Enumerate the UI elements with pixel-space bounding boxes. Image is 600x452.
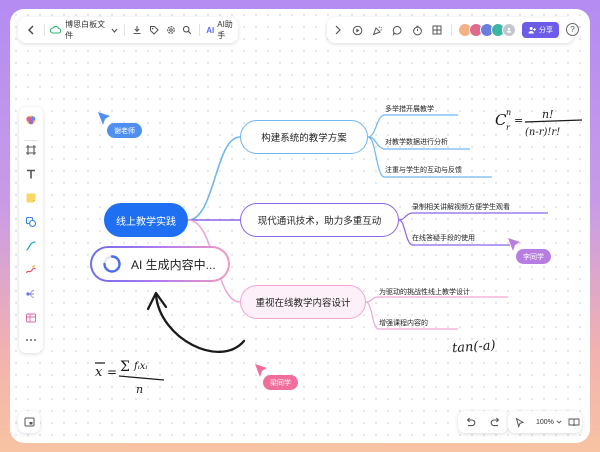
cursor-label-student-liang: 梁同学 bbox=[263, 375, 298, 390]
svg-text:(n-r)!r!: (n-r)!r! bbox=[525, 127, 560, 138]
ai-node-label: AI 生成内容中... bbox=[131, 257, 216, 272]
handwritten-formula-mean: x = Σ fᵢxᵢ n bbox=[95, 359, 165, 396]
svg-text:n: n bbox=[136, 383, 143, 396]
cursor-label-student-li: 李同学 bbox=[516, 249, 551, 264]
leaf-node[interactable]: 在线答疑手段的使用 bbox=[412, 233, 475, 243]
svg-text:=: = bbox=[514, 114, 523, 127]
handwritten-formula-tan: tan(-a) bbox=[452, 338, 497, 356]
ai-generating-node[interactable]: AI 生成内容中... bbox=[90, 246, 230, 282]
svg-text:n!: n! bbox=[542, 108, 554, 121]
minimap-button[interactable] bbox=[18, 411, 40, 433]
cursor-label-teacher: 谢老师 bbox=[107, 123, 142, 138]
minimap-icon bbox=[24, 417, 34, 427]
zoom-level[interactable]: 100% bbox=[536, 419, 554, 426]
redo-icon[interactable] bbox=[490, 417, 501, 427]
pointer-select-icon[interactable] bbox=[514, 416, 526, 428]
branch-node-3[interactable]: 重视在线教学内容设计 bbox=[240, 285, 366, 319]
handwritten-formula-combination: C n r = n! (n-r)!r! bbox=[495, 108, 583, 138]
leaf-node[interactable]: 对教学数据进行分析 bbox=[385, 137, 448, 147]
leaf-node[interactable]: 增强课程内容的 bbox=[379, 318, 428, 328]
svg-text:Σ: Σ bbox=[120, 359, 130, 375]
leaf-node[interactable]: 注重与学生的互动与反馈 bbox=[385, 165, 462, 175]
leaf-node[interactable]: 为驱动的挑战性线上教学设计 bbox=[379, 287, 470, 297]
chevron-down-icon[interactable] bbox=[556, 420, 562, 424]
svg-text:r: r bbox=[506, 123, 511, 132]
book-icon[interactable] bbox=[568, 417, 580, 427]
svg-text:tan(-a): tan(-a) bbox=[452, 338, 497, 356]
undo-icon[interactable] bbox=[465, 417, 476, 427]
zoom-controls: 100% bbox=[508, 411, 582, 433]
whiteboard-frame: 博思白板文件 AI AI助手 分享 ? 线上教学实践 构建系统的教学方案 现代通… bbox=[10, 9, 590, 443]
leaf-node[interactable]: 多举措开展教学 bbox=[385, 104, 434, 114]
leaf-node[interactable]: 录制相关讲解视频方便学生观看 bbox=[412, 202, 510, 212]
svg-text:fᵢxᵢ: fᵢxᵢ bbox=[133, 361, 147, 372]
ai-node-inner: AI 生成内容中... bbox=[92, 248, 228, 280]
branch-node-2[interactable]: 现代通讯技术，助力多重互动 bbox=[240, 203, 399, 237]
mindmap-center-node[interactable]: 线上教学实践 bbox=[104, 203, 188, 237]
svg-text:=: = bbox=[107, 365, 117, 379]
branch-node-1[interactable]: 构建系统的教学方案 bbox=[240, 120, 368, 154]
loading-spinner-icon bbox=[103, 255, 121, 273]
svg-text:x: x bbox=[95, 365, 103, 380]
history-controls bbox=[458, 411, 508, 433]
svg-text:n: n bbox=[506, 108, 511, 117]
